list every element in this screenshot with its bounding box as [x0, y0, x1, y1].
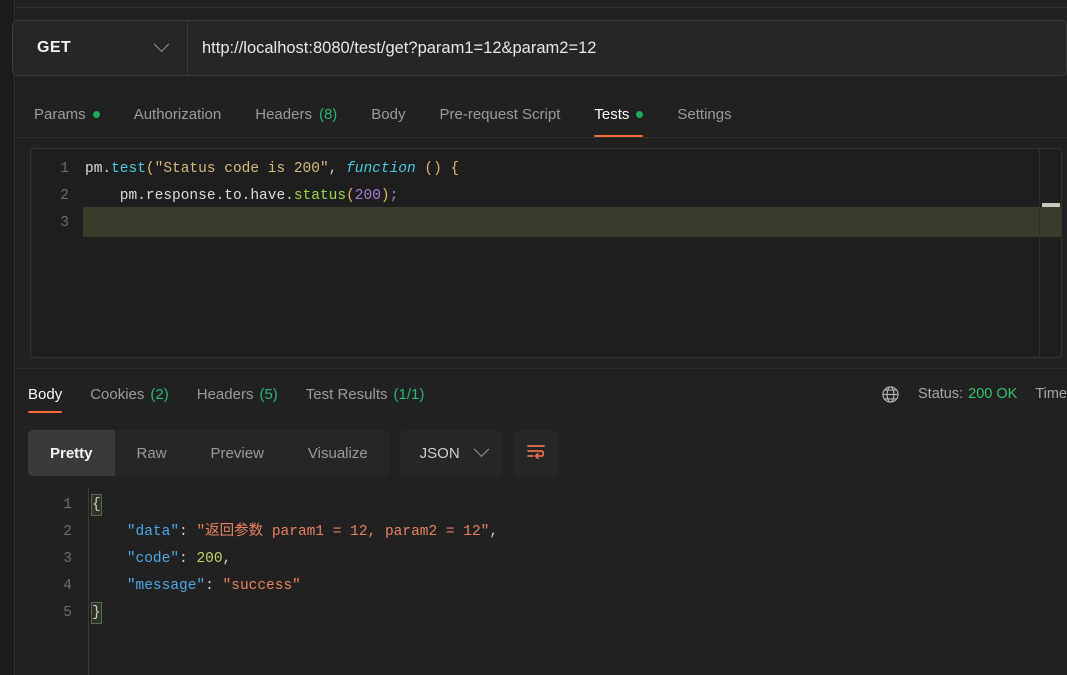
tab-headers-count: (8) — [318, 106, 338, 123]
json-key-data: "data" — [126, 524, 180, 540]
format-pretty-button[interactable]: Pretty — [28, 430, 115, 476]
status-value: 200 OK — [968, 386, 1018, 402]
json-value-code: 200 — [196, 551, 223, 567]
http-method-dropdown[interactable]: GET — [13, 21, 188, 75]
top-divider — [16, 7, 1067, 8]
left-rail-strip — [0, 0, 15, 675]
response-section-divider — [16, 368, 1067, 369]
tests-modified-dot-icon — [636, 111, 644, 118]
request-tabs-divider — [16, 137, 1067, 138]
tab-tests[interactable]: Tests — [577, 92, 660, 137]
code-line-3: }); — [83, 210, 1061, 237]
json-key-message: "message" — [126, 578, 206, 594]
line-number: 1 — [60, 161, 69, 177]
response-tab-headers[interactable]: Headers (5) — [183, 376, 292, 412]
line-number: 3 — [63, 551, 72, 567]
response-tab-body[interactable]: Body — [16, 376, 76, 413]
word-wrap-icon — [525, 441, 547, 466]
time-label: Time — [1035, 386, 1067, 402]
line-number: 1 — [63, 497, 72, 513]
json-value-message: "success" — [222, 578, 301, 594]
status-text: Status: 200 OK — [918, 386, 1017, 402]
json-value-data: "返回参数 param1 = 12, param2 = 12" — [196, 524, 490, 540]
tab-headers-label: Headers — [255, 106, 312, 123]
line-number: 5 — [63, 605, 72, 621]
request-url-input[interactable] — [188, 21, 1066, 75]
json-key-code: "code" — [126, 551, 180, 567]
response-tab-test-results-label: Test Results — [305, 385, 388, 403]
line-number: 2 — [60, 188, 69, 204]
tab-tests-label: Tests — [594, 106, 630, 123]
format-preview-label: Preview — [210, 444, 264, 462]
format-visualize-label: Visualize — [307, 444, 368, 462]
json-close-brace: } — [91, 602, 102, 624]
tab-authorization-label: Authorization — [133, 106, 222, 123]
tab-settings[interactable]: Settings — [660, 92, 748, 137]
code-line-1: pm.test("Status code is 200", function (… — [85, 161, 460, 177]
word-wrap-toggle-button[interactable] — [512, 430, 559, 476]
code-line-2: pm.response.to.have.status(200); — [85, 188, 399, 204]
tab-authorization[interactable]: Authorization — [117, 92, 239, 137]
response-body-viewer[interactable]: 1 2 3 4 5 { "data": "返回参数 param1 = 12, p… — [16, 488, 1067, 675]
json-line-3: "code": 200, — [126, 551, 232, 567]
response-format-toolbar: Pretty Raw Preview Visualize JSON — [28, 430, 559, 476]
response-format-button-group: Pretty Raw Preview Visualize — [28, 430, 390, 476]
response-tab-headers-label: Headers — [196, 385, 254, 403]
line-number: 3 — [60, 215, 69, 231]
tab-body-label: Body — [371, 106, 406, 123]
tab-pre-request-script-label: Pre-request Script — [439, 106, 561, 123]
minimap-marker — [1042, 203, 1060, 207]
response-tab-headers-count: (5) — [259, 385, 278, 403]
tab-body[interactable]: Body — [354, 92, 422, 137]
response-tab-cookies[interactable]: Cookies (2) — [76, 376, 183, 412]
format-visualize-button[interactable]: Visualize — [286, 430, 390, 476]
request-tab-bar: Params Authorization Headers (8) Body Pr… — [16, 92, 1067, 137]
tab-headers[interactable]: Headers (8) — [238, 92, 354, 137]
line-number: 2 — [63, 524, 72, 540]
line-number: 4 — [63, 578, 72, 594]
response-tab-cookies-label: Cookies — [90, 385, 145, 403]
minimap-active-line — [1040, 207, 1061, 234]
globe-icon[interactable] — [881, 385, 900, 404]
format-pretty-label: Pretty — [50, 444, 93, 462]
request-url-bar: GET — [12, 20, 1067, 76]
response-language-label: JSON — [419, 444, 460, 462]
json-open-brace: { — [91, 494, 102, 516]
json-line-5: } — [89, 600, 1067, 627]
response-tab-cookies-count: (2) — [150, 385, 169, 403]
format-preview-button[interactable]: Preview — [189, 430, 286, 476]
active-response-tab-indicator — [28, 410, 63, 413]
editor-line-number-gutter: 1 2 3 — [31, 149, 83, 357]
tab-params-label: Params — [34, 106, 86, 123]
status-label: Status: — [918, 386, 964, 402]
editor-code-area[interactable]: pm.test("Status code is 200", function (… — [83, 149, 1061, 357]
editor-scrollbar-minimap[interactable] — [1039, 149, 1061, 357]
tests-script-editor[interactable]: 1 2 3 pm.test("Status code is 200", func… — [30, 148, 1062, 358]
format-raw-button[interactable]: Raw — [115, 430, 189, 476]
json-line-2: "data": "返回参数 param1 = 12, param2 = 12", — [126, 524, 499, 540]
format-raw-label: Raw — [136, 444, 167, 462]
json-line-4: "message": "success" — [126, 578, 301, 594]
http-method-label: GET — [37, 39, 72, 56]
tab-pre-request-script[interactable]: Pre-request Script — [423, 92, 578, 137]
json-line-1: { — [89, 492, 1067, 519]
response-language-dropdown[interactable]: JSON — [399, 430, 503, 476]
chevron-down-icon — [153, 35, 170, 52]
tab-params[interactable]: Params — [16, 92, 117, 137]
chevron-down-icon — [473, 440, 489, 457]
response-tab-body-label: Body — [28, 385, 63, 403]
params-modified-dot-icon — [92, 111, 100, 118]
response-tab-test-results[interactable]: Test Results (1/1) — [292, 376, 439, 412]
response-tab-test-results-count: (1/1) — [393, 385, 425, 403]
response-status-bar: Status: 200 OK Time — [881, 378, 1067, 410]
response-line-number-gutter: 1 2 3 4 5 — [16, 488, 88, 675]
response-body-code: { "data": "返回参数 param1 = 12, param2 = 12… — [88, 488, 1067, 675]
tab-settings-label: Settings — [677, 106, 732, 123]
